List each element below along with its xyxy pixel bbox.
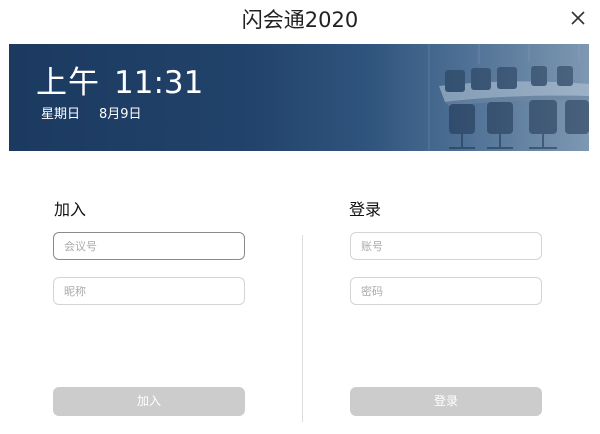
- clock-weekday: 星期日: [41, 107, 81, 122]
- account-input[interactable]: 账号: [350, 232, 542, 260]
- join-button[interactable]: 加入: [53, 387, 245, 416]
- app-title: 闪会通2020: [241, 8, 359, 32]
- clock-date: 8月9日: [99, 107, 142, 122]
- close-button[interactable]: [566, 6, 590, 30]
- title-bar: 闪会通2020: [0, 0, 600, 40]
- section-divider: [302, 235, 303, 422]
- meeting-id-placeholder: 会议号: [64, 240, 97, 253]
- close-icon: [571, 11, 585, 25]
- nickname-input[interactable]: 昵称: [53, 277, 245, 305]
- login-heading: 登录: [349, 200, 382, 219]
- meeting-id-input[interactable]: 会议号: [53, 232, 245, 260]
- password-input[interactable]: 密码: [350, 277, 542, 305]
- login-button[interactable]: 登录: [350, 387, 542, 416]
- password-placeholder: 密码: [361, 285, 383, 298]
- join-heading: 加入: [54, 200, 87, 219]
- nickname-placeholder: 昵称: [64, 285, 86, 298]
- clock-ampm: 上午: [36, 65, 100, 101]
- clock-time: 11:31: [114, 65, 204, 101]
- account-placeholder: 账号: [361, 240, 383, 253]
- clock-banner: 上午 11:31 星期日 8月9日: [9, 44, 589, 151]
